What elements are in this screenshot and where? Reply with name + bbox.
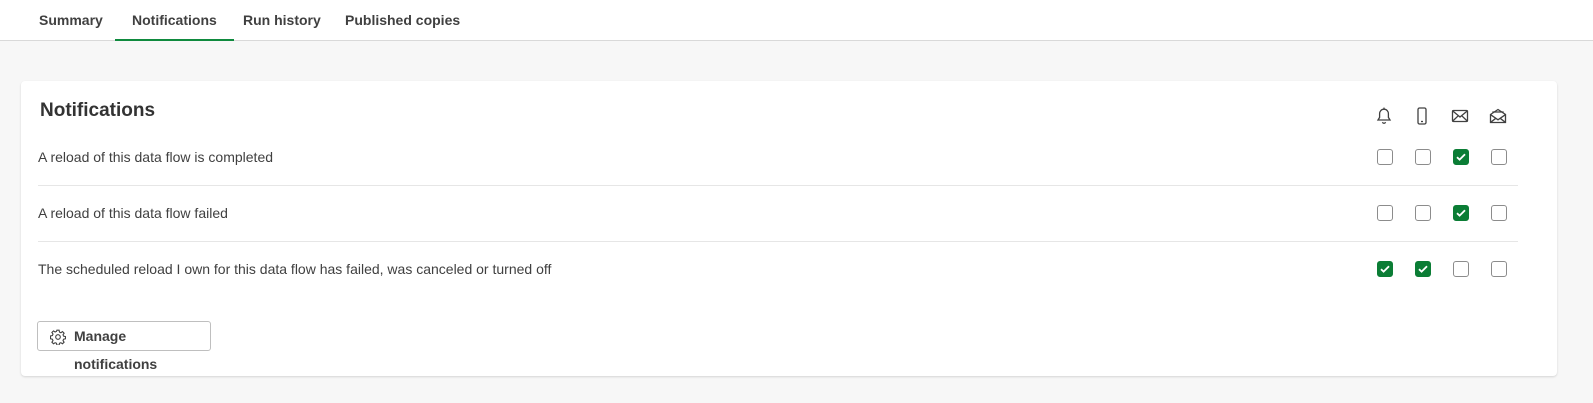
gear-icon <box>50 329 66 345</box>
checkbox-email-row-1[interactable] <box>1453 149 1469 165</box>
notification-row-reload-failed: A reload of this data flow failed <box>38 185 1518 242</box>
notification-row-reload-completed: A reload of this data flow is completed <box>38 129 1518 186</box>
checkbox-email-row-3[interactable] <box>1453 261 1469 277</box>
checkbox-bell-row-2[interactable] <box>1377 205 1393 221</box>
checkbox-email-digest-row-1[interactable] <box>1491 149 1507 165</box>
checkbox-mobile-phone-row-1[interactable] <box>1415 149 1431 165</box>
notification-row-scheduled-reload: The scheduled reload I own for this data… <box>38 241 1518 297</box>
email-digest-icon <box>1488 106 1508 126</box>
checkbox-email-digest-row-3[interactable] <box>1491 261 1507 277</box>
row-label: A reload of this data flow failed <box>38 205 228 221</box>
bell-icon <box>1374 106 1394 126</box>
checkbox-bell-row-1[interactable] <box>1377 149 1393 165</box>
checkbox-email-digest-row-2[interactable] <box>1491 205 1507 221</box>
email-icon <box>1450 106 1470 126</box>
checkbox-mobile-phone-row-2[interactable] <box>1415 205 1431 221</box>
tab-notifications[interactable]: Notifications <box>115 0 234 41</box>
checkbox-bell-row-3[interactable] <box>1377 261 1393 277</box>
notifications-card: Notifications A reload of this data flow… <box>21 81 1557 376</box>
checkmark-icon <box>1380 265 1390 273</box>
tab-summary[interactable]: Summary <box>39 0 103 40</box>
row-label: A reload of this data flow is completed <box>38 149 274 165</box>
checkmark-icon <box>1456 209 1466 217</box>
card-title: Notifications <box>40 100 156 121</box>
checkmark-icon <box>1418 265 1428 273</box>
checkbox-mobile-phone-row-3[interactable] <box>1415 261 1431 277</box>
manage-notifications-button[interactable]: Manage notifications <box>37 321 211 372</box>
checkmark-icon <box>1456 153 1466 161</box>
tab-run-history[interactable]: Run history <box>243 0 321 40</box>
mobile-phone-icon <box>1412 106 1432 126</box>
tab-bar: Summary Notifications Run history Publis… <box>0 0 1593 41</box>
tab-published-copies[interactable]: Published copies <box>345 0 460 40</box>
manage-notifications-label: Manage notifications <box>74 328 158 372</box>
row-label: The scheduled reload I own for this data… <box>38 261 552 277</box>
checkbox-email-row-2[interactable] <box>1453 205 1469 221</box>
